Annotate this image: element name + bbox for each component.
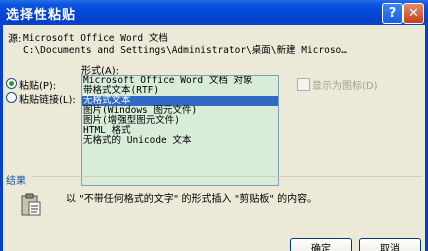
format-listbox[interactable]: Microsoft Office Word 文档 对象 带格式文本(RTF) 无… bbox=[81, 75, 279, 186]
paste-link-radio[interactable] bbox=[6, 92, 17, 103]
ok-button[interactable]: 确定 bbox=[290, 238, 352, 251]
format-item-unicode-text[interactable]: 无格式的 Unicode 文本 bbox=[82, 136, 278, 146]
result-label: 结果 bbox=[6, 176, 26, 187]
source-label: 源: bbox=[8, 34, 22, 45]
display-as-icon-label[interactable]: 显示为图标(D) bbox=[312, 77, 378, 92]
window-border-left bbox=[0, 25, 3, 251]
result-divider bbox=[32, 176, 422, 177]
paste-special-dialog: 选择性粘贴 ? ✕ 源: Microsoft Office Word 文档 C:… bbox=[0, 0, 428, 251]
close-icon[interactable]: ✕ bbox=[403, 3, 424, 24]
source-path: C:\Documents and Settings\Administrator\… bbox=[23, 45, 347, 56]
cancel-button[interactable]: 取消 bbox=[359, 238, 421, 251]
title-bar[interactable]: 选择性粘贴 ? ✕ bbox=[0, 0, 428, 25]
help-icon[interactable]: ? bbox=[382, 3, 403, 24]
clipboard-icon bbox=[21, 193, 41, 216]
result-description: 以 "不带任何格式的文字" 的形式插入 "剪贴板" 的内容。 bbox=[66, 194, 318, 205]
paste-radio-label[interactable]: 粘贴(P): bbox=[19, 77, 56, 92]
paste-radio[interactable] bbox=[6, 78, 17, 89]
window-title: 选择性粘贴 bbox=[6, 8, 77, 23]
display-as-icon-checkbox[interactable] bbox=[297, 78, 310, 91]
paste-link-radio-label[interactable]: 粘贴链接(L): bbox=[19, 91, 76, 106]
